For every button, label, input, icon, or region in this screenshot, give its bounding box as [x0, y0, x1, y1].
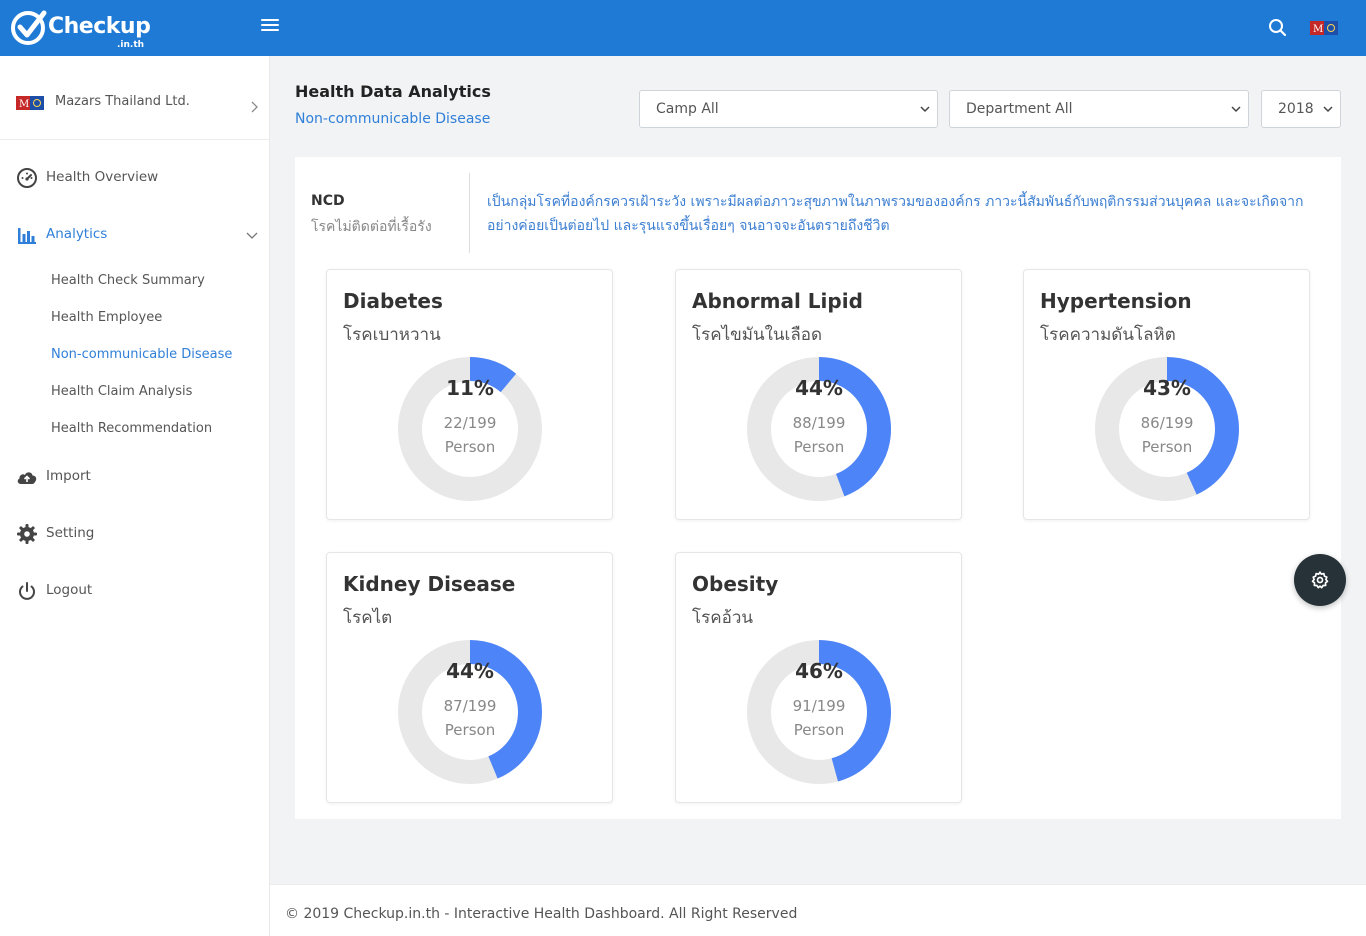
- disease-card[interactable]: Hypertension โรคความดันโลหิต 43% 86/199 Pers…: [1023, 269, 1310, 520]
- gear-icon: [1311, 571, 1329, 589]
- sidebar-subitem-health-claim-analysis[interactable]: Health Claim Analysis: [51, 384, 192, 399]
- sidebar-subitem-non-communicable-disease[interactable]: Non-communicable Disease: [51, 347, 232, 362]
- dashboard-gauge-icon: [17, 168, 37, 188]
- donut-unit: Person: [1141, 438, 1193, 456]
- chevron-down-icon: [246, 232, 258, 239]
- sidebar-item-health-overview[interactable]: Health Overview: [0, 158, 270, 198]
- donut-unit: Person: [793, 721, 845, 739]
- sidebar-item-label: Analytics: [46, 226, 108, 242]
- chevron-down-icon: [1231, 106, 1241, 113]
- logo-name: Checkup: [48, 14, 151, 39]
- company-selector[interactable]: M Mazars Thailand Ltd.: [0, 56, 270, 140]
- chevron-right-icon: [251, 101, 258, 113]
- sidebar-item-logout[interactable]: Logout: [0, 571, 270, 611]
- flag-icon[interactable]: M: [1310, 21, 1338, 35]
- disease-card[interactable]: Kidney Disease โรคไต 44% 87/199 Person: [326, 552, 613, 803]
- page-title: Health Data Analytics: [295, 82, 491, 101]
- gear-icon: [17, 524, 37, 544]
- donut-count: 22/199: [443, 414, 497, 432]
- card-title: Diabetes: [343, 289, 443, 313]
- flag-icon: M: [16, 96, 44, 110]
- donut-percent: 43%: [1143, 376, 1191, 400]
- card-title: Kidney Disease: [343, 572, 516, 596]
- department-select[interactable]: Department All: [949, 90, 1249, 128]
- footer: © 2019 Checkup.in.th - Interactive Healt…: [270, 884, 1366, 936]
- floating-settings-button[interactable]: [1294, 554, 1346, 606]
- ncd-title: NCD: [311, 193, 345, 209]
- donut-count: 87/199: [443, 697, 497, 715]
- ncd-subtitle: โรคไม่ติดต่อที่เรื้อรัง: [311, 219, 432, 235]
- sidebar-item-import[interactable]: Import: [0, 457, 270, 497]
- sidebar: M Mazars Thailand Ltd. Health Overview A…: [0, 56, 270, 936]
- year-select-value: 2018: [1278, 101, 1314, 117]
- disease-card[interactable]: Obesity โรคอ้วน 46% 91/199 Person: [675, 552, 962, 803]
- sidebar-subitem-health-recommendation[interactable]: Health Recommendation: [51, 421, 212, 436]
- card-title: Hypertension: [1040, 289, 1192, 313]
- donut-unit: Person: [444, 438, 496, 456]
- top-navbar: Checkup .in.th M: [0, 0, 1366, 56]
- card-subtitle: โรคไขมันในเลือด: [692, 325, 823, 345]
- card-title: Abnormal Lipid: [692, 289, 863, 313]
- divider: [469, 173, 470, 253]
- donut-percent: 11%: [446, 376, 494, 400]
- logo-check-icon: [11, 10, 47, 45]
- hamburger-icon[interactable]: [261, 19, 279, 35]
- donut-count: 88/199: [792, 414, 846, 432]
- sidebar-item-label: Health Overview: [46, 169, 159, 185]
- sidebar-subitem-health-check-summary[interactable]: Health Check Summary: [51, 273, 205, 288]
- year-select[interactable]: 2018: [1261, 90, 1341, 128]
- svg-text:M: M: [19, 99, 29, 110]
- ncd-panel: NCD โรคไม่ติดต่อที่เรื้อรัง เป็นกลุ่มโรค…: [295, 157, 1341, 819]
- page-subtitle-link[interactable]: Non-communicable Disease: [295, 111, 490, 127]
- department-select-value: Department All: [966, 101, 1073, 117]
- svg-text:M: M: [1313, 24, 1323, 35]
- card-title: Obesity: [692, 572, 779, 596]
- sidebar-subitem-health-employee[interactable]: Health Employee: [51, 310, 162, 325]
- donut-count: 91/199: [792, 697, 846, 715]
- sidebar-item-analytics[interactable]: Analytics: [0, 215, 270, 255]
- checkup-logo[interactable]: Checkup .in.th: [10, 9, 151, 51]
- donut-percent: 44%: [795, 376, 843, 400]
- logo-suffix: .in.th: [117, 40, 145, 50]
- donut-count: 86/199: [1140, 414, 1194, 432]
- ncd-description: เป็นกลุ่มโรคที่องค์กรควรเฝ้าระวัง เพราะม…: [487, 194, 1304, 234]
- power-icon: [19, 582, 35, 600]
- disease-card[interactable]: Diabetes โรคเบาหวาน 11% 22/199 Person: [326, 269, 613, 520]
- sidebar-item-setting[interactable]: Setting: [0, 514, 270, 554]
- donut-unit: Person: [444, 721, 496, 739]
- chevron-down-icon: [1323, 106, 1333, 113]
- card-subtitle: โรคอ้วน: [692, 608, 754, 628]
- card-subtitle: โรคเบาหวาน: [343, 325, 441, 345]
- sidebar-item-label: Logout: [46, 582, 93, 598]
- donut-percent: 44%: [446, 659, 494, 683]
- donut-unit: Person: [793, 438, 845, 456]
- sidebar-item-label: Import: [46, 468, 91, 484]
- search-icon[interactable]: [1267, 17, 1289, 39]
- donut-percent: 46%: [795, 659, 843, 683]
- chevron-down-icon: [920, 106, 930, 113]
- card-subtitle: โรคไต: [343, 608, 393, 628]
- footer-copyright: © 2019 Checkup.in.th - Interactive Healt…: [285, 906, 798, 922]
- cloud-upload-icon: [17, 472, 37, 484]
- card-subtitle: โรคความดันโลหิต: [1040, 325, 1176, 345]
- camp-select[interactable]: Camp All: [639, 90, 938, 128]
- camp-select-value: Camp All: [656, 101, 719, 117]
- bar-chart-icon: [18, 228, 36, 244]
- disease-card[interactable]: Abnormal Lipid โรคไขมันในเลือด 44% 88/199 Pe…: [675, 269, 962, 520]
- company-name: Mazars Thailand Ltd.: [55, 94, 190, 109]
- sidebar-item-label: Setting: [46, 525, 95, 541]
